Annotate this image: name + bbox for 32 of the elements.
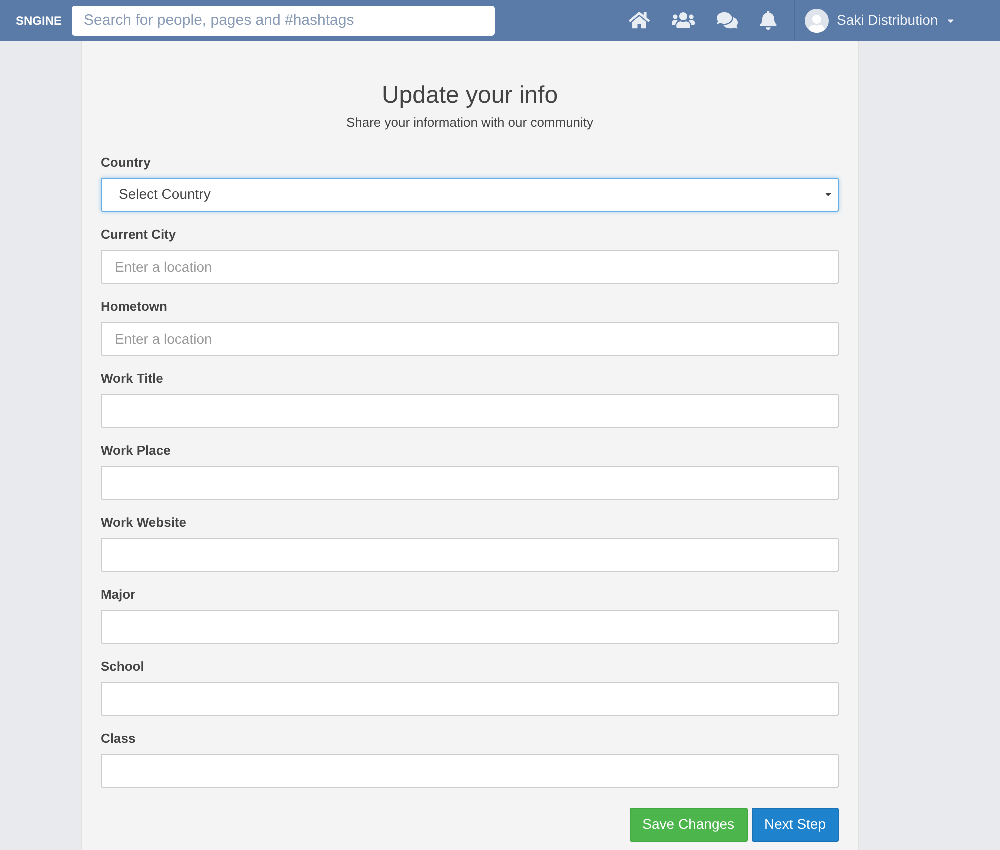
search-field[interactable]: Search for people, pages and #hashtags [72,6,495,36]
input-field[interactable]: Enter a location [101,322,839,356]
home-icon[interactable] [629,11,650,30]
input-field[interactable]: Enter a location [101,250,839,284]
field-label: Current City [101,226,178,242]
field-label: Country [101,154,152,170]
form-title: Update your info [380,81,560,111]
user-silhouette-icon [809,14,825,32]
next-button[interactable]: Next Step [752,808,839,842]
field-label: Work Website [101,514,188,530]
form-subtitle: Share your information with our community [345,114,595,132]
input-field[interactable] [101,466,839,500]
chat-icon[interactable] [717,11,738,30]
save-button[interactable]: Save Changes [630,808,748,842]
select-value: Select Country [119,185,211,204]
country-select[interactable]: Select Country [101,178,839,212]
field-label: Class [101,730,137,746]
field-label: Work Place [101,442,172,458]
notifications-icon[interactable] [760,11,777,30]
people-icon[interactable] [672,11,695,30]
input-field[interactable] [101,682,839,716]
input-field[interactable] [101,394,839,428]
logo[interactable]: SNGINE [0,12,72,30]
field-label: Work Title [101,370,164,386]
user-name[interactable]: Saki Distribution [837,10,938,31]
field-label: Hometown [101,298,168,314]
field-label: Major [101,586,137,602]
input-field[interactable] [101,754,839,788]
input-field[interactable] [101,538,839,572]
field-label: School [101,658,146,674]
input-field[interactable] [101,610,839,644]
avatar[interactable] [805,8,829,32]
